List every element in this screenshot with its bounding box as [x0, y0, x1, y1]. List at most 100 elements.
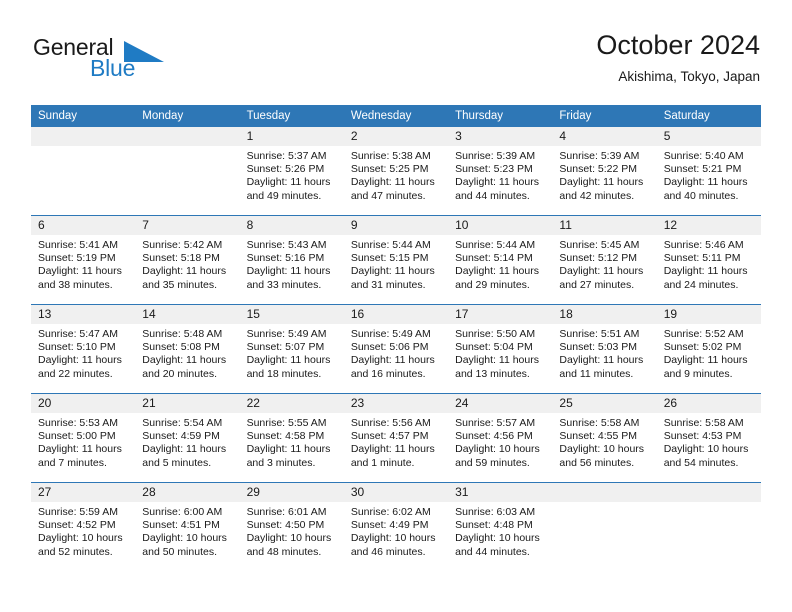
day-cell-inner: [552, 483, 657, 571]
weekday-header-thursday: Thursday: [448, 105, 553, 127]
day-number: 12: [656, 216, 761, 235]
calendar-day-cell[interactable]: 6 Sunrise: 5:41 AM Sunset: 5:19 PM Daylight…: [31, 215, 136, 305]
sunrise-text: Sunrise: 5:49 AM: [246, 328, 327, 340]
day-cell-inner: [656, 483, 761, 571]
day-number: 5: [656, 127, 761, 146]
day-number: 19: [656, 305, 761, 324]
calendar-week-row: 6 Sunrise: 5:41 AM Sunset: 5:19 PM Daylight…: [31, 215, 761, 305]
calendar-day-cell[interactable]: 8 Sunrise: 5:43 AM Sunset: 5:16 PM Daylight…: [239, 215, 344, 305]
calendar-week-row: 27 Sunrise: 5:59 AM Sunset: 4:52 PM Dayligh…: [31, 482, 761, 571]
calendar-day-cell[interactable]: 29 Sunrise: 6:01 AM Sunset: 4:50 PM Dayligh…: [239, 482, 344, 571]
day-cell-inner: 22 Sunrise: 5:55 AM Sunset: 4:58 PM Dayligh…: [239, 394, 344, 482]
calendar-day-cell[interactable]: 7 Sunrise: 5:42 AM Sunset: 5:18 PM Daylight…: [135, 215, 240, 305]
daylight-text: Daylight: 10 hours and 46 minutes.: [350, 532, 436, 558]
sunrise-text: Sunrise: 5:50 AM: [455, 328, 536, 340]
calendar-day-cell[interactable]: 31 Sunrise: 6:03 AM Sunset: 4:48 PM Dayligh…: [448, 482, 553, 571]
location-subtitle: Akishima, Tokyo, Japan: [618, 69, 760, 84]
calendar-day-cell[interactable]: 21 Sunrise: 5:54 AM Sunset: 4:59 PM Dayligh…: [135, 393, 240, 483]
calendar-day-cell[interactable]: 2 Sunrise: 5:38 AM Sunset: 5:25 PM Daylight…: [343, 127, 449, 216]
sunset-text: Sunset: 5:23 PM: [455, 163, 533, 176]
day-cell-inner: 6 Sunrise: 5:41 AM Sunset: 5:19 PM Daylight…: [31, 216, 136, 304]
calendar-day-cell[interactable]: 20 Sunrise: 5:53 AM Sunset: 5:00 PM Dayligh…: [31, 393, 136, 483]
day-number: 14: [135, 305, 240, 324]
calendar-day-cell[interactable]: 19 Sunrise: 5:52 AM Sunset: 5:02 PM Dayligh…: [656, 304, 761, 394]
calendar-day-cell[interactable]: 5 Sunrise: 5:40 AM Sunset: 5:21 PM Daylight…: [656, 127, 761, 216]
day-number: 9: [343, 216, 449, 235]
calendar-day-cell[interactable]: 9 Sunrise: 5:44 AM Sunset: 5:15 PM Daylight…: [343, 215, 449, 305]
day-number: [135, 127, 240, 146]
sunset-text: Sunset: 5:03 PM: [559, 341, 638, 354]
calendar-day-cell[interactable]: 14 Sunrise: 5:48 AM Sunset: 5:08 PM Dayligh…: [135, 304, 240, 394]
calendar-day-cell[interactable]: 10 Sunrise: 5:44 AM Sunset: 5:14 PM Dayligh…: [448, 215, 553, 305]
sunset-text: Sunset: 5:06 PM: [350, 341, 429, 354]
daylight-text: Daylight: 11 hours and 9 minutes.: [663, 354, 748, 380]
day-number: 15: [239, 305, 344, 324]
daylight-text: Daylight: 11 hours and 11 minutes.: [559, 354, 644, 380]
day-details: Sunrise: 5:58 AM Sunset: 4:53 PM Daylight:…: [657, 413, 761, 470]
day-details: Sunrise: 5:47 AM Sunset: 5:10 PM Daylight:…: [31, 324, 135, 381]
day-number: 30: [343, 483, 449, 502]
day-cell-inner: 26 Sunrise: 5:58 AM Sunset: 4:53 PM Dayligh…: [656, 394, 761, 482]
calendar-day-cell[interactable]: 11 Sunrise: 5:45 AM Sunset: 5:12 PM Dayligh…: [552, 215, 657, 305]
day-number: 26: [656, 394, 761, 413]
calendar-day-cell[interactable]: 23 Sunrise: 5:56 AM Sunset: 4:57 PM Dayligh…: [343, 393, 449, 483]
day-number: 21: [135, 394, 240, 413]
day-cell-inner: 27 Sunrise: 5:59 AM Sunset: 4:52 PM Dayligh…: [31, 483, 136, 571]
day-cell-inner: 24 Sunrise: 5:57 AM Sunset: 4:56 PM Dayligh…: [448, 394, 553, 482]
daylight-text: Daylight: 11 hours and 38 minutes.: [38, 265, 122, 291]
weekday-header-friday: Friday: [552, 105, 657, 127]
sunset-text: Sunset: 5:00 PM: [38, 430, 116, 443]
page-header: General Blue October 2024 Akishima, Toky…: [31, 28, 760, 98]
general-blue-logo[interactable]: General Blue: [31, 34, 231, 90]
calendar-body: 1 Sunrise: 5:37 AM Sunset: 5:26 PM Daylight…: [31, 127, 761, 571]
sunset-text: Sunset: 5:22 PM: [559, 163, 638, 176]
calendar-day-cell[interactable]: 12 Sunrise: 5:46 AM Sunset: 5:11 PM Dayligh…: [656, 215, 761, 305]
day-details: Sunrise: 5:59 AM Sunset: 4:52 PM Daylight:…: [31, 502, 135, 559]
calendar-day-cell[interactable]: 28 Sunrise: 6:00 AM Sunset: 4:51 PM Dayligh…: [135, 482, 240, 571]
sunrise-text: Sunrise: 5:54 AM: [142, 417, 223, 429]
day-number: 16: [343, 305, 449, 324]
daylight-text: Daylight: 11 hours and 7 minutes.: [38, 443, 122, 469]
day-cell-inner: 3 Sunrise: 5:39 AM Sunset: 5:23 PM Daylight…: [448, 127, 553, 215]
sunset-text: Sunset: 5:14 PM: [455, 252, 533, 265]
day-details: Sunrise: 5:39 AM Sunset: 5:22 PM Daylight:…: [552, 146, 656, 203]
daylight-text: Daylight: 11 hours and 5 minutes.: [142, 443, 227, 469]
calendar-day-cell[interactable]: 13 Sunrise: 5:47 AM Sunset: 5:10 PM Dayligh…: [31, 304, 136, 394]
calendar-day-cell[interactable]: 17 Sunrise: 5:50 AM Sunset: 5:04 PM Dayligh…: [448, 304, 553, 394]
daylight-text: Daylight: 11 hours and 16 minutes.: [350, 354, 435, 380]
sunset-text: Sunset: 4:52 PM: [38, 519, 116, 532]
day-number: 22: [239, 394, 344, 413]
day-number: 23: [343, 394, 449, 413]
day-cell-inner: 30 Sunrise: 6:02 AM Sunset: 4:49 PM Dayligh…: [343, 483, 449, 571]
calendar-day-cell[interactable]: 3 Sunrise: 5:39 AM Sunset: 5:23 PM Daylight…: [448, 127, 553, 216]
calendar-day-cell[interactable]: 22 Sunrise: 5:55 AM Sunset: 4:58 PM Dayligh…: [239, 393, 344, 483]
calendar-day-cell[interactable]: 24 Sunrise: 5:57 AM Sunset: 4:56 PM Dayligh…: [448, 393, 553, 483]
day-cell-inner: 21 Sunrise: 5:54 AM Sunset: 4:59 PM Dayligh…: [135, 394, 240, 482]
weekday-header-monday: Monday: [135, 105, 240, 127]
calendar-day-cell[interactable]: 4 Sunrise: 5:39 AM Sunset: 5:22 PM Daylight…: [552, 127, 657, 216]
day-number: 4: [552, 127, 657, 146]
day-number: 10: [448, 216, 553, 235]
calendar-day-cell[interactable]: 1 Sunrise: 5:37 AM Sunset: 5:26 PM Daylight…: [239, 127, 344, 216]
calendar-day-cell[interactable]: 30 Sunrise: 6:02 AM Sunset: 4:49 PM Dayligh…: [343, 482, 449, 571]
sunrise-text: Sunrise: 5:49 AM: [350, 328, 431, 340]
day-details: Sunrise: 5:44 AM Sunset: 5:15 PM Daylight:…: [344, 235, 448, 292]
daylight-text: Daylight: 11 hours and 44 minutes.: [455, 176, 539, 202]
calendar-page: General Blue October 2024 Akishima, Toky…: [0, 0, 792, 612]
calendar-day-cell[interactable]: 25 Sunrise: 5:58 AM Sunset: 4:55 PM Dayligh…: [552, 393, 657, 483]
calendar-day-cell[interactable]: 27 Sunrise: 5:59 AM Sunset: 4:52 PM Dayligh…: [31, 482, 136, 571]
sunrise-text: Sunrise: 6:01 AM: [246, 506, 327, 518]
sunrise-text: Sunrise: 5:58 AM: [663, 417, 744, 429]
calendar-day-cell[interactable]: 18 Sunrise: 5:51 AM Sunset: 5:03 PM Dayligh…: [552, 304, 657, 394]
day-cell-inner: 11 Sunrise: 5:45 AM Sunset: 5:12 PM Dayligh…: [552, 216, 657, 304]
sunrise-text: Sunrise: 5:41 AM: [38, 239, 118, 251]
day-cell-inner: 12 Sunrise: 5:46 AM Sunset: 5:11 PM Dayligh…: [656, 216, 761, 304]
day-cell-inner: 15 Sunrise: 5:49 AM Sunset: 5:07 PM Dayligh…: [239, 305, 344, 393]
weekday-header-sunday: Sunday: [31, 105, 136, 127]
calendar-day-cell[interactable]: 15 Sunrise: 5:49 AM Sunset: 5:07 PM Dayligh…: [239, 304, 344, 394]
calendar-day-cell: [135, 127, 240, 216]
calendar-day-cell[interactable]: 16 Sunrise: 5:49 AM Sunset: 5:06 PM Dayligh…: [343, 304, 449, 394]
calendar-day-cell[interactable]: 26 Sunrise: 5:58 AM Sunset: 4:53 PM Dayligh…: [656, 393, 761, 483]
sunrise-text: Sunrise: 5:44 AM: [350, 239, 431, 251]
day-number: 1: [239, 127, 344, 146]
